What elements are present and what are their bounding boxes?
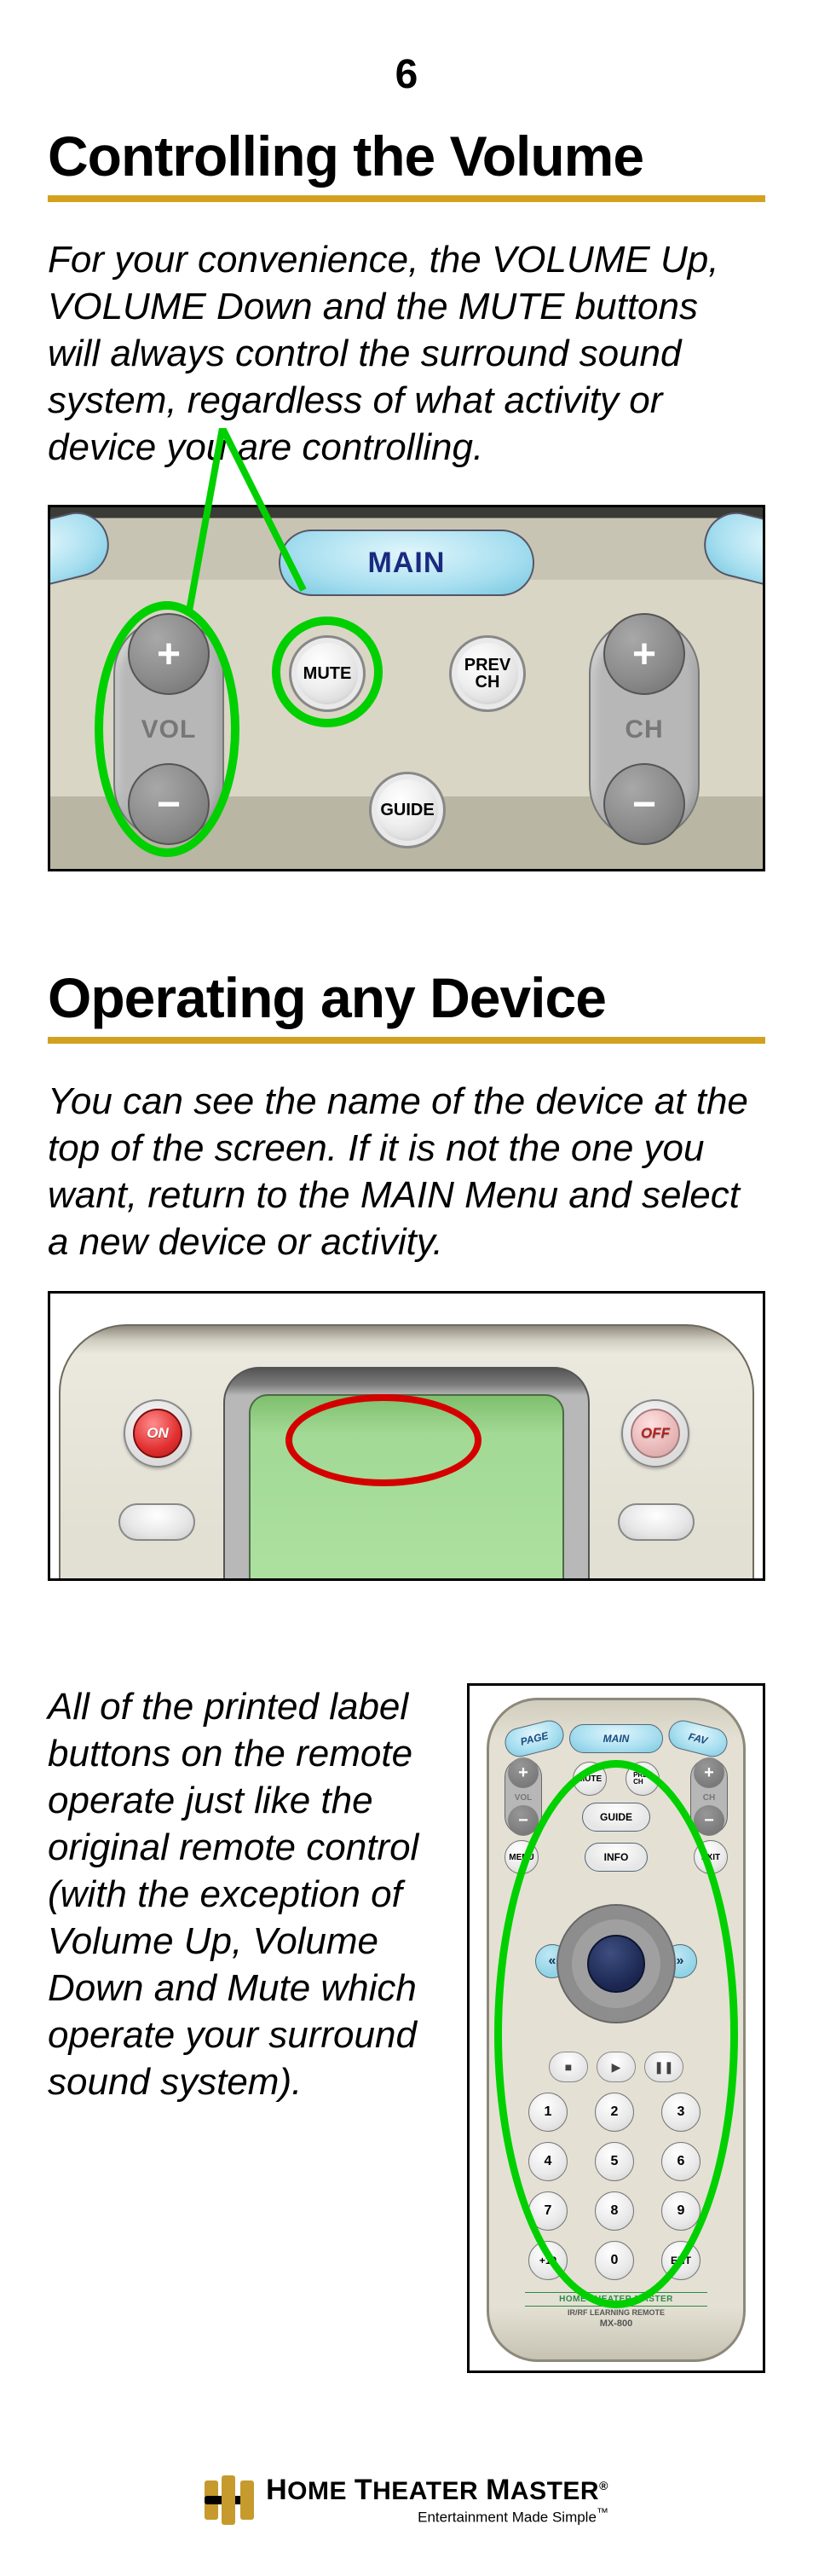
brand-tagline: Entertainment Made Simple™	[266, 2506, 608, 2525]
channel-down-button[interactable]: −	[694, 1805, 724, 1836]
menu-button[interactable]: MENU	[505, 1840, 539, 1874]
section-volume: Controlling the Volume For your convenie…	[0, 124, 813, 471]
guide-button[interactable]: GUIDE	[582, 1803, 650, 1832]
key-3[interactable]: 3	[661, 2093, 701, 2132]
key-plus10[interactable]: +10	[528, 2241, 568, 2280]
key-2[interactable]: 2	[595, 2093, 634, 2132]
channel-label: CH	[691, 1793, 727, 1803]
brand-line1: HOME THEATER MASTER®	[266, 2475, 608, 2504]
stop-button[interactable]: ■	[549, 2052, 588, 2082]
section-printed-labels: All of the printed label buttons on the …	[0, 1683, 813, 2373]
power-on-button[interactable]: ON	[124, 1399, 192, 1467]
volume-down-button[interactable]: −	[508, 1805, 539, 1836]
rule	[48, 1037, 765, 1044]
main-button[interactable]: MAIN	[569, 1724, 663, 1753]
volume-down-button[interactable]: −	[128, 763, 210, 845]
page-number: 6	[0, 51, 813, 98]
key-ent[interactable]: ENT	[661, 2241, 701, 2280]
on-label: ON	[133, 1409, 182, 1458]
channel-label: CH	[589, 715, 700, 744]
channel-rocker[interactable]: + CH −	[589, 618, 700, 840]
intro-any-device: You can see the name of the device at th…	[48, 1078, 765, 1265]
remote-brand: HOME THEATER MASTER	[525, 2292, 707, 2307]
section-title-volume: Controlling the Volume	[48, 124, 765, 188]
remote-body: PAGE MAIN FAV + VOL − MUTE PREV CH GUIDE	[487, 1698, 746, 2362]
section-any-device: Operating any Device You can see the nam…	[0, 965, 813, 1265]
select-button[interactable]	[587, 1935, 645, 1993]
key-5[interactable]: 5	[595, 2142, 634, 2181]
key-0[interactable]: 0	[595, 2241, 634, 2280]
figure-volume-closeup: MAIN + VOL − + CH − MUTE PREV CH GUIDE	[48, 505, 765, 871]
lcd-screen	[249, 1394, 564, 1581]
footer-brand: HOME THEATER MASTER® Entertainment Made …	[0, 2475, 813, 2525]
number-keypad: 1 2 3 4 5 6 7 8 9 +10 0 ENT	[499, 2093, 733, 2280]
mute-button[interactable]: MUTE	[573, 1762, 607, 1796]
soft-button-left[interactable]	[118, 1503, 195, 1541]
key-9[interactable]: 9	[661, 2191, 701, 2231]
key-4[interactable]: 4	[528, 2142, 568, 2181]
channel-down-button[interactable]: −	[603, 763, 685, 845]
exit-button[interactable]: EXIT	[694, 1840, 728, 1874]
off-label: OFF	[631, 1409, 680, 1458]
volume-label: VOL	[505, 1793, 541, 1803]
key-8[interactable]: 8	[595, 2191, 634, 2231]
volume-label: VOL	[113, 715, 224, 744]
prev-ch-button[interactable]: PREV CH	[626, 1762, 660, 1796]
figure-full-remote: PAGE MAIN FAV + VOL − MUTE PREV CH GUIDE	[467, 1683, 765, 2373]
dpad[interactable]: « »	[535, 1883, 697, 2045]
section-title-any-device: Operating any Device	[48, 965, 765, 1030]
channel-rocker[interactable]: + CH −	[690, 1758, 728, 1835]
figure-screen-top: ON OFF	[48, 1291, 765, 1581]
remote-model: MX-800	[499, 2318, 733, 2329]
pause-button[interactable]: ❚❚	[644, 2052, 683, 2082]
soft-button-right[interactable]	[618, 1503, 695, 1541]
printed-labels-para: All of the printed label buttons on the …	[48, 1683, 441, 2105]
guide-button[interactable]: GUIDE	[369, 772, 446, 848]
nav-ring[interactable]	[556, 1904, 676, 2023]
key-1[interactable]: 1	[528, 2093, 568, 2132]
key-6[interactable]: 6	[661, 2142, 701, 2181]
info-button[interactable]: INFO	[585, 1843, 648, 1872]
play-button[interactable]: ▶	[597, 2052, 636, 2082]
key-7[interactable]: 7	[528, 2191, 568, 2231]
page-button[interactable]: PAGE	[502, 1717, 567, 1760]
fav-button[interactable]: FAV	[666, 1717, 730, 1760]
callout-lines-icon	[48, 428, 765, 650]
volume-rocker[interactable]: + VOL −	[505, 1758, 542, 1835]
remote-subbrand: IR/RF LEARNING REMOTE	[499, 2308, 733, 2317]
brand-logo-icon	[205, 2475, 254, 2525]
power-off-button[interactable]: OFF	[621, 1399, 689, 1467]
rule	[48, 195, 765, 202]
volume-up-button[interactable]: +	[508, 1757, 539, 1788]
volume-rocker[interactable]: + VOL −	[113, 618, 224, 840]
channel-up-button[interactable]: +	[694, 1757, 724, 1788]
